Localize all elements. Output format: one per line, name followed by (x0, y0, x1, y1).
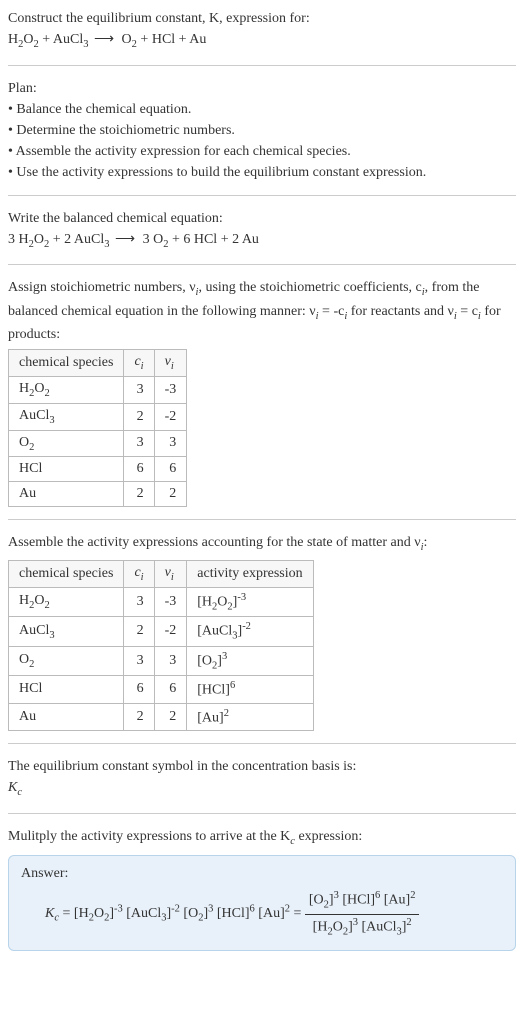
table-header-row: chemical species ci νi (9, 350, 187, 377)
reaction-arrow-icon: ⟶ (88, 32, 121, 47)
assemble-text: Assemble the activity expressions accoun… (8, 532, 516, 556)
table-row: O2 3 3 [O2]3 (9, 646, 314, 675)
basis-section: The equilibrium constant symbol in the c… (8, 756, 516, 814)
answer-equation: Kc = [H2O2]-3 [AuCl3]-2 [O2]3 [HCl]6 [Au… (21, 888, 503, 939)
basis-text: The equilibrium constant symbol in the c… (8, 756, 516, 777)
table-row: AuCl3 2 -2 [AuCl3]-2 (9, 617, 314, 646)
assign-section: Assign stoichiometric numbers, νi, using… (8, 277, 516, 520)
table-row: HCl 6 6 (9, 457, 187, 482)
plan-title: Plan: (8, 78, 516, 99)
balanced-equation: 3 H2O2 + 2 AuCl3 ⟶ 3 O2 + 6 HCl + 2 Au (8, 229, 516, 253)
table-row: O2 3 3 (9, 430, 187, 457)
col-ci: ci (124, 350, 154, 377)
col-species: chemical species (9, 350, 124, 377)
fraction-numerator: [O2]3 [HCl]6 [Au]2 (305, 888, 420, 914)
plan-bullet: • Assemble the activity expression for e… (8, 141, 516, 162)
col-activity: activity expression (187, 560, 313, 587)
species-au: Au (189, 32, 206, 47)
multiply-text: Mulitply the activity expressions to arr… (8, 826, 516, 850)
answer-box: Answer: Kc = [H2O2]-3 [AuCl3]-2 [O2]3 [H… (8, 855, 516, 950)
table-row: Au 2 2 (9, 482, 187, 507)
assign-text: Assign stoichiometric numbers, νi, using… (8, 277, 516, 345)
balanced-section: Write the balanced chemical equation: 3 … (8, 208, 516, 266)
reaction-arrow-icon: ⟶ (109, 232, 142, 247)
species-h2o2: H2O2 (8, 32, 39, 47)
table-row: H2O2 3 -3 [H2O2]-3 (9, 587, 314, 616)
assemble-section: Assemble the activity expressions accoun… (8, 532, 516, 744)
plan-bullet: • Balance the chemical equation. (8, 99, 516, 120)
table-header-row: chemical species ci νi activity expressi… (9, 560, 314, 587)
col-ci: ci (124, 560, 154, 587)
plan-bullet: • Determine the stoichiometric numbers. (8, 120, 516, 141)
answer-label: Answer: (21, 866, 503, 882)
col-nui: νi (154, 560, 187, 587)
basis-symbol: Kc (8, 777, 516, 801)
prompt-equation: H2O2 + AuCl3 ⟶ O2 + HCl + Au (8, 29, 516, 53)
col-species: chemical species (9, 560, 124, 587)
species-aucl3: AuCl3 (53, 32, 89, 47)
species-hcl: HCl (152, 32, 175, 47)
plan-section: Plan: • Balance the chemical equation. •… (8, 78, 516, 196)
balanced-title: Write the balanced chemical equation: (8, 208, 516, 229)
prompt-section: Construct the equilibrium constant, K, e… (8, 8, 516, 66)
col-nui: νi (154, 350, 187, 377)
fraction-denominator: [H2O2]3 [AuCl3]2 (305, 915, 420, 940)
stoichiometry-table: chemical species ci νi H2O2 3 -3 AuCl3 2… (8, 349, 187, 507)
activity-table: chemical species ci νi activity expressi… (8, 560, 314, 731)
plan-bullet: • Use the activity expressions to build … (8, 162, 516, 183)
species-o2: O2 (122, 32, 137, 47)
table-row: Au 2 2 [Au]2 (9, 703, 314, 731)
fraction: [O2]3 [HCl]6 [Au]2[H2O2]3 [AuCl3]2 (305, 888, 420, 939)
prompt-line1: Construct the equilibrium constant, K, e… (8, 8, 516, 29)
table-row: HCl 6 6 [HCl]6 (9, 676, 314, 704)
multiply-section: Mulitply the activity expressions to arr… (8, 826, 516, 963)
table-row: AuCl3 2 -2 (9, 403, 187, 430)
table-row: H2O2 3 -3 (9, 376, 187, 403)
